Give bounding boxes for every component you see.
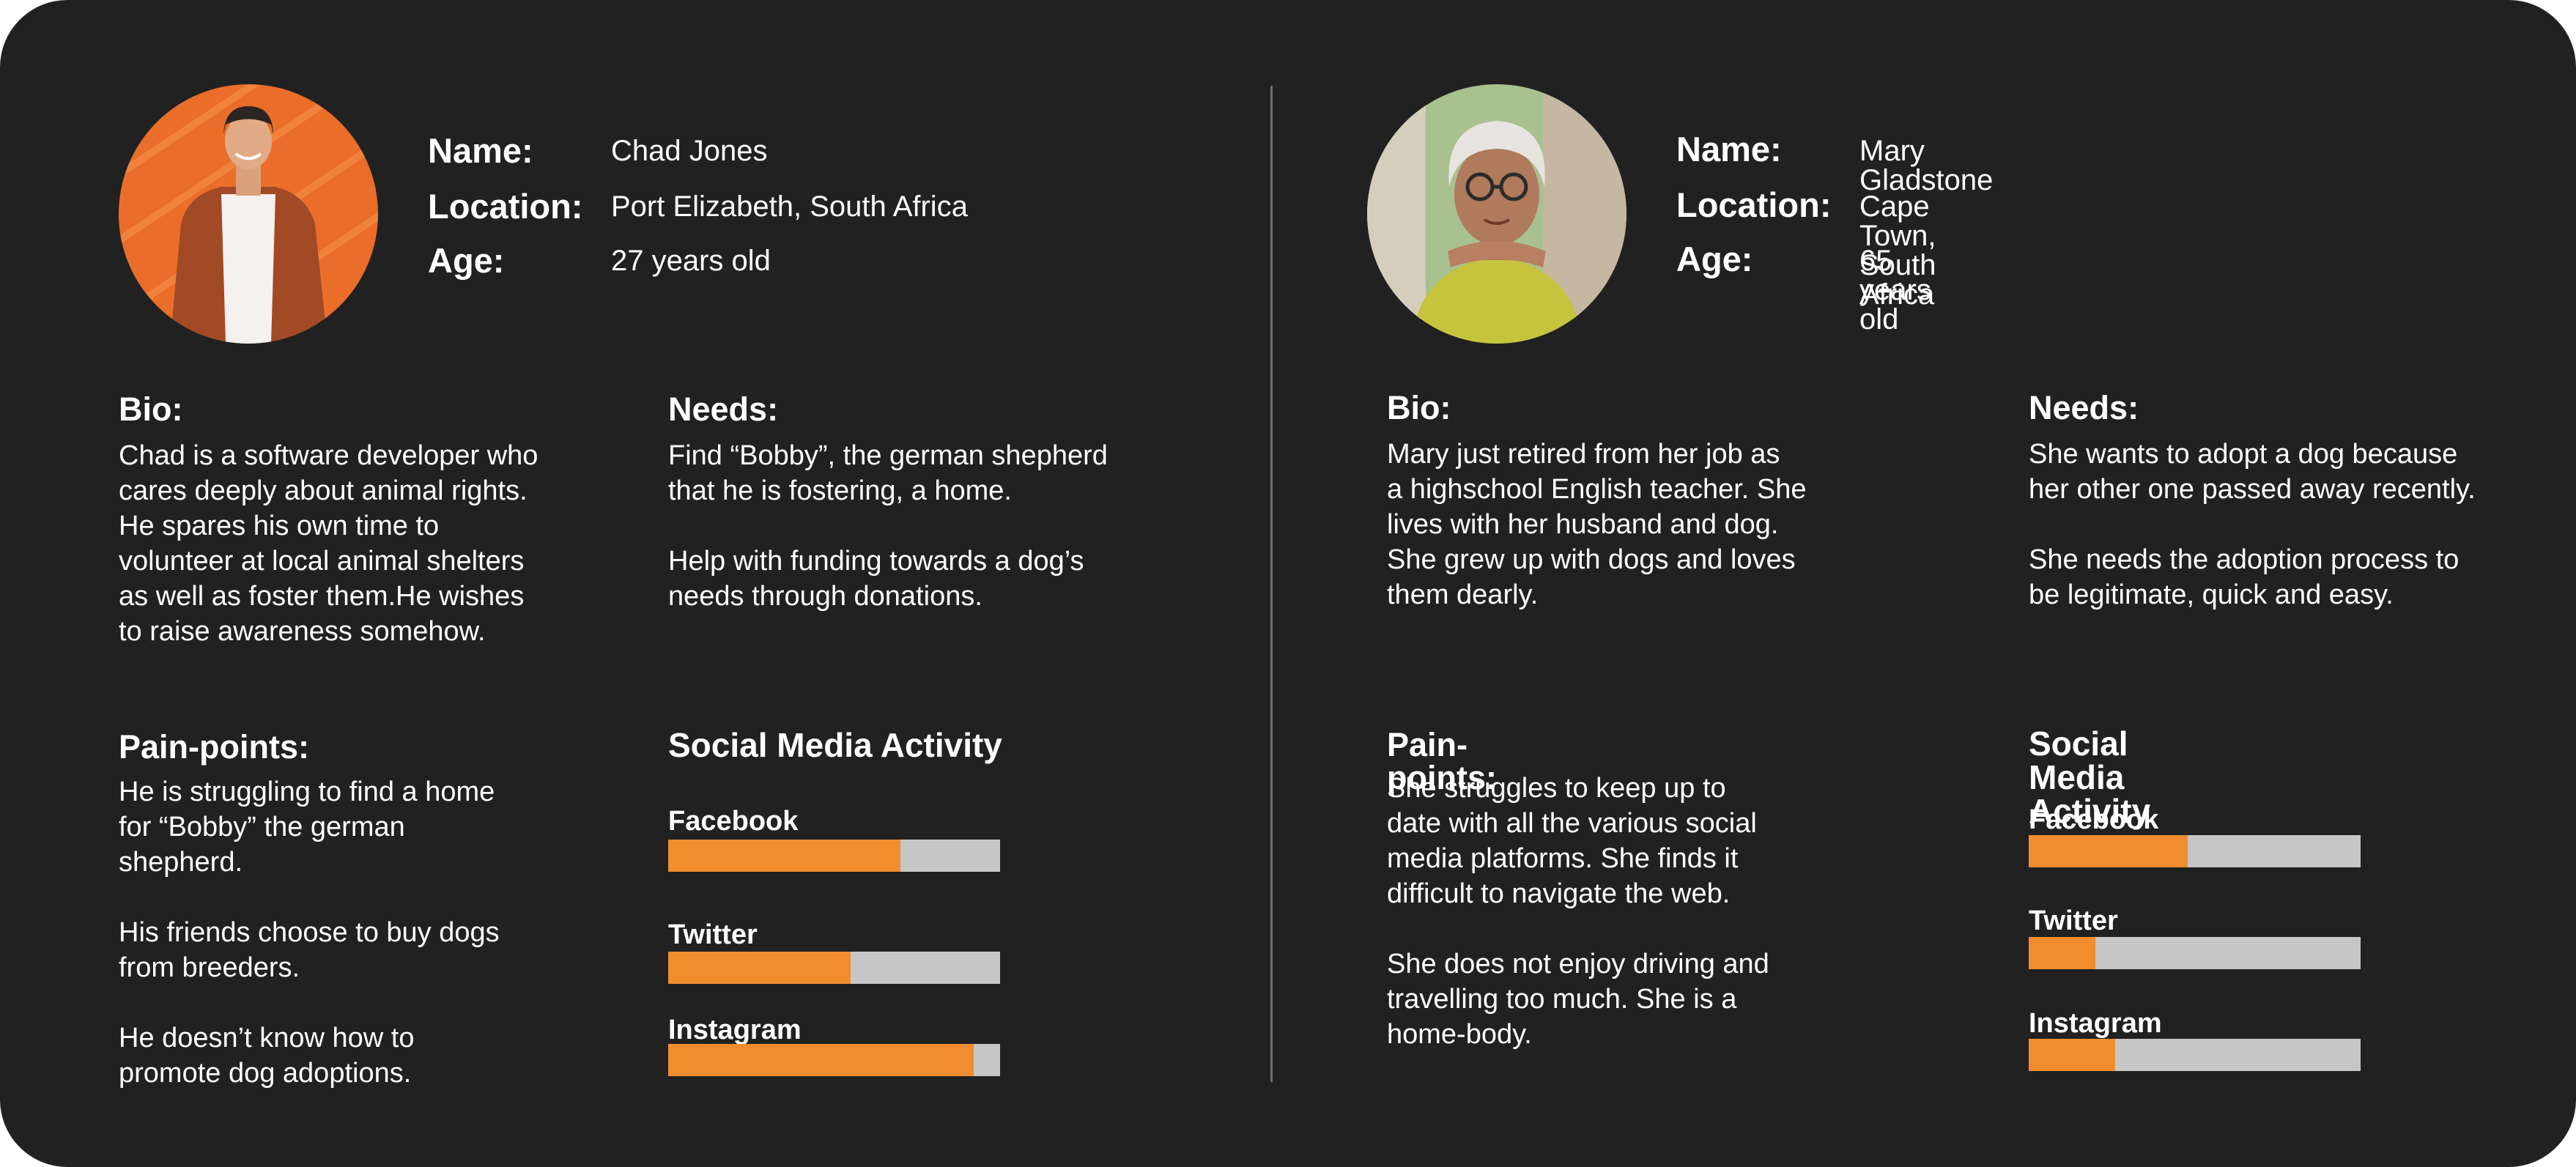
twitter-label: Twitter: [2029, 905, 2118, 936]
facebook-activity-fill: [2029, 835, 2188, 867]
woman-portrait-icon: [1367, 84, 1626, 344]
twitter-activity-bar: [2029, 937, 2361, 969]
persona-board: Name: Chad Jones Location: Port Elizabet…: [0, 0, 2576, 1167]
persona-photo: [1367, 84, 1626, 344]
needs-text: She wants to adopt a dog because her oth…: [2029, 439, 2476, 610]
age-label: Age:: [1676, 240, 1753, 278]
name-value: Mary Gladstone: [1859, 135, 1994, 196]
instagram-activity-bar: [2029, 1039, 2361, 1071]
location-label: Location:: [1676, 185, 1832, 224]
pain-points-text: She struggles to keep up to date with al…: [1387, 773, 1769, 1050]
twitter-activity-fill: [2029, 937, 2095, 969]
instagram-activity-fill: [2029, 1039, 2115, 1071]
needs-heading: Needs:: [2029, 389, 2139, 426]
persona-card-mary: Name: Mary Gladstone Location: Cape Town…: [0, 0, 2476, 1167]
instagram-label: Instagram: [2029, 1008, 2162, 1039]
age-value: 65 years old: [1859, 245, 1931, 336]
facebook-activity-bar: [2029, 835, 2361, 867]
bio-text: Mary just retired from her job as a high…: [1387, 439, 1807, 610]
facebook-label: Facebook: [2029, 804, 2159, 835]
bio-heading: Bio:: [1387, 389, 1451, 426]
name-label: Name:: [1676, 130, 1782, 168]
